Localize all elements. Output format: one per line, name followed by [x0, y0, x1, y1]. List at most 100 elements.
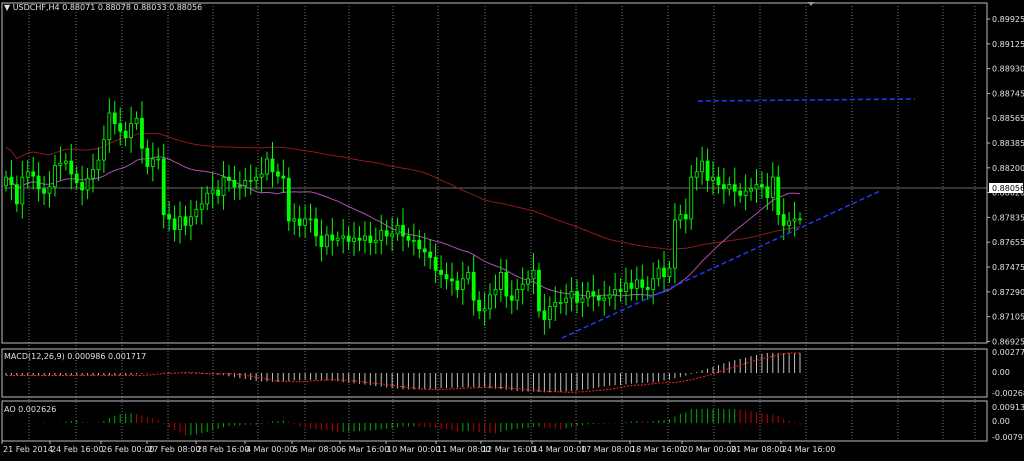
candle-body: [558, 301, 563, 304]
candle-body: [667, 267, 672, 278]
price-panel[interactable]: [4, 98, 916, 339]
candle-body: [656, 267, 661, 280]
candle-body: [346, 235, 351, 242]
candle-body: [259, 173, 264, 178]
chart-svg: 0.89925 0.89125 0.88930 0.88745 0.88565 0.883…: [1, 2, 1024, 454]
ao-axis-label: 0.00913: [992, 403, 1024, 412]
candle-body: [743, 190, 748, 196]
candle-body: [749, 188, 753, 192]
candle-body: [640, 279, 645, 288]
dropdown-arrow-icon[interactable]: ▼: [4, 3, 10, 12]
candle-body: [205, 192, 210, 205]
candle-body: [678, 214, 683, 221]
candle-body: [384, 230, 389, 237]
candle-body: [493, 289, 498, 296]
candle-body: [732, 184, 737, 192]
ao-axis-label: 0.00: [992, 417, 1010, 426]
candle-body: [210, 189, 215, 194]
candle-body: [150, 158, 155, 167]
candle-body: [569, 291, 574, 299]
ao-panel[interactable]: [6, 409, 801, 436]
candle-body: [450, 278, 454, 282]
candle-body: [145, 147, 150, 167]
candle-body: [613, 289, 617, 296]
candle-body: [721, 184, 726, 190]
candle-body: [716, 176, 721, 186]
candle-body: [401, 224, 405, 237]
candle-body: [738, 190, 743, 196]
candle-body: [422, 248, 427, 253]
ao-axis-label: -0.00797: [992, 433, 1024, 442]
time-tick-label: 24 Mar 16:00: [782, 445, 835, 454]
candle-body: [227, 176, 231, 181]
candle-body: [700, 160, 705, 173]
candle-body: [488, 294, 492, 310]
candle-body: [455, 280, 460, 290]
candle-body: [352, 237, 356, 242]
chart-terminal: 0.89925 0.89125 0.88930 0.88745 0.88565 0.883…: [0, 0, 1024, 457]
candle-body: [591, 291, 596, 297]
candle-body: [232, 179, 237, 188]
candle-body: [183, 216, 188, 226]
price-tick-label: 0.88565: [992, 114, 1024, 123]
candle-body: [63, 160, 68, 164]
candle-body: [727, 184, 732, 190]
candle-body: [36, 175, 41, 190]
time-tick-label: 28 Feb 16:00: [197, 445, 249, 454]
candle-body: [47, 186, 52, 194]
ao-label: AO 0.002626: [4, 405, 57, 414]
candle-body: [683, 214, 688, 220]
macd-axis-label: -0.00268: [992, 389, 1024, 398]
price-tick-label: 0.87290: [992, 288, 1024, 297]
time-tick-label: 24 Feb 16:00: [51, 445, 103, 454]
candle-body: [607, 294, 612, 299]
candle-body: [140, 117, 144, 149]
price-tick-label: 0.87655: [992, 238, 1024, 247]
price-tick-label: 0.89925: [992, 15, 1024, 24]
time-tick-label: 26 Feb 00:00: [102, 445, 154, 454]
candle-body: [368, 235, 373, 243]
macd-axis-label: 0.00277: [992, 348, 1024, 357]
candle-body: [178, 216, 182, 230]
candle-body: [373, 239, 378, 243]
price-tick-label: 0.86925: [992, 337, 1024, 346]
candle-body: [460, 278, 465, 290]
time-tick-label: 5 Mar 08:00: [293, 445, 341, 454]
candle-body: [792, 218, 797, 222]
candle-body: [265, 158, 269, 175]
candle-body: [498, 271, 503, 290]
candle-body: [80, 182, 85, 191]
candle-body: [673, 219, 677, 269]
resistance-trendline: [697, 98, 916, 102]
price-tick-label: 0.87105: [992, 313, 1024, 322]
candle-body: [69, 160, 74, 175]
candle-body: [53, 165, 57, 188]
time-tick-label: 12 Mar 16:00: [482, 445, 535, 454]
candle-body: [248, 179, 253, 182]
price-tick-label: 0.88200: [992, 164, 1024, 173]
candle-body: [705, 160, 710, 181]
candle-body: [504, 271, 509, 297]
candle-body: [14, 184, 19, 205]
candle-body: [765, 186, 770, 198]
candle-body: [662, 267, 666, 278]
candle-body: [20, 176, 25, 205]
candle-body: [85, 177, 90, 191]
candle-body: [335, 237, 340, 241]
candle-body: [319, 235, 324, 248]
time-tick-label: 27 Feb 08:00: [148, 445, 200, 454]
candle-body: [624, 282, 628, 293]
candle-body: [172, 218, 177, 230]
candle-body: [531, 269, 536, 280]
symbol-header[interactable]: ▼ USDCHF,H4 0.88071 0.88078 0.88033 0.88…: [4, 3, 202, 12]
price-tick-label: 0.87835: [992, 213, 1024, 222]
candle-body: [689, 176, 694, 220]
candle-body: [694, 171, 699, 178]
candle-body: [379, 230, 384, 241]
time-axis: 21 Feb 201424 Feb 16:0026 Feb 00:0027 Fe…: [1, 441, 835, 454]
macd-axis: 0.00277 0.00 -0.00268: [992, 348, 1024, 398]
symbol-label: USDCHF,H4: [12, 3, 60, 12]
candle-body: [433, 257, 438, 271]
candle-body: [526, 278, 530, 285]
time-tick-label: 4 Mar 00:00: [246, 445, 294, 454]
